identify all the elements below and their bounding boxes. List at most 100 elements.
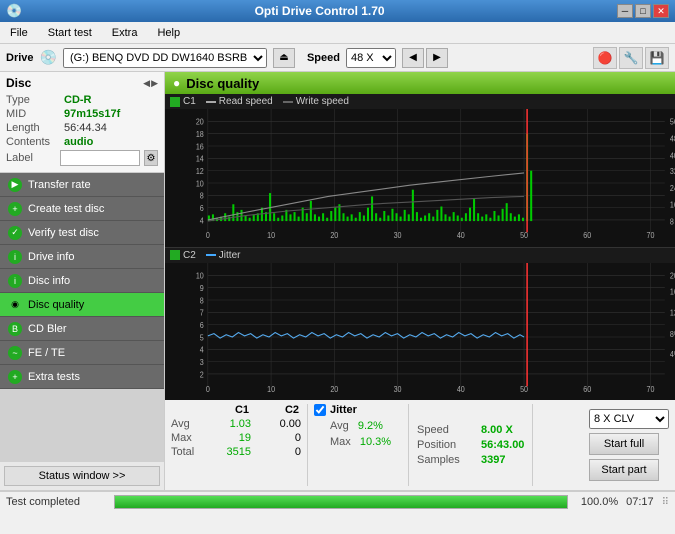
- legend-jitter-box: [206, 254, 216, 256]
- legend-jitter: Jitter: [206, 250, 241, 261]
- chart-c2-area: C2 Jitter: [165, 248, 675, 401]
- samples-value: 3397: [481, 454, 505, 466]
- sidebar-item-disc-quality[interactable]: ◉ Disc quality: [0, 293, 164, 317]
- svg-text:12%: 12%: [670, 308, 675, 317]
- eject-button[interactable]: ⏏: [273, 48, 295, 68]
- svg-text:4%: 4%: [670, 349, 675, 358]
- sidebar-item-transfer-rate[interactable]: ▶ Transfer rate: [0, 173, 164, 197]
- disc-label-input[interactable]: [60, 150, 140, 166]
- status-text: Test completed: [6, 496, 106, 508]
- stats-avg-row: Avg 1.03 0.00: [171, 418, 301, 430]
- disc-quality-title: Disc quality: [186, 76, 259, 91]
- disc-section-header: Disc ◀ ▶: [6, 76, 158, 90]
- svg-text:60: 60: [583, 231, 591, 240]
- start-part-button[interactable]: Start part: [589, 459, 659, 481]
- svg-text:0: 0: [206, 231, 210, 240]
- svg-text:24 X: 24 X: [670, 183, 675, 192]
- svg-text:7: 7: [200, 308, 204, 317]
- drive-info-label: Drive info: [28, 251, 74, 263]
- sidebar-item-extra-tests[interactable]: + Extra tests: [0, 365, 164, 389]
- svg-text:70: 70: [647, 384, 655, 393]
- svg-text:6: 6: [200, 204, 204, 213]
- col-c1-header: C1: [203, 404, 249, 416]
- samples-label: Samples: [417, 454, 475, 466]
- menu-help[interactable]: Help: [151, 25, 186, 41]
- position-value: 56:43.00: [481, 439, 524, 451]
- speed-next-button[interactable]: ▶: [426, 48, 448, 68]
- svg-text:10: 10: [267, 384, 275, 393]
- start-full-button[interactable]: Start full: [589, 433, 659, 455]
- legend-c1-label: C1: [183, 96, 196, 107]
- start-buttons-section: 8 X CLV Start full Start part: [583, 400, 675, 490]
- sidebar-item-verify-test-disc[interactable]: ✓ Verify test disc: [0, 221, 164, 245]
- content-wrapper: ● Disc quality C1 Read speed: [165, 72, 675, 490]
- sidebar-item-disc-info[interactable]: i Disc info: [0, 269, 164, 293]
- svg-text:6: 6: [200, 320, 204, 329]
- menu-bar: File Start test Extra Help: [0, 22, 675, 44]
- sidebar-item-cd-bler[interactable]: B CD Bler: [0, 317, 164, 341]
- speed-clv-select[interactable]: 8 X CLV: [589, 409, 669, 429]
- status-time: 07:17: [626, 496, 654, 508]
- disc-quality-label: Disc quality: [28, 299, 84, 311]
- disc-icon-button[interactable]: 🔴: [593, 47, 617, 69]
- verify-test-disc-label: Verify test disc: [28, 227, 99, 239]
- label-gear-button[interactable]: ⚙: [144, 150, 158, 166]
- speed-label: Speed: [307, 52, 340, 64]
- avg-c1-value: 1.03: [205, 418, 251, 430]
- title-bar: 💿 Opti Drive Control 1.70 ─ □ ✕: [0, 0, 675, 22]
- status-window-button[interactable]: Status window >>: [4, 466, 160, 486]
- sidebar-item-create-test-disc[interactable]: + Create test disc: [0, 197, 164, 221]
- legend-read-label: Read speed: [219, 96, 273, 107]
- jitter-avg: Avg 9.2%: [314, 420, 402, 432]
- svg-text:8: 8: [200, 296, 204, 305]
- avg-c2-value: 0.00: [255, 418, 301, 430]
- disc-info-label: Disc info: [28, 275, 70, 287]
- total-label: Total: [171, 446, 201, 458]
- progress-bar-fill: [115, 496, 567, 508]
- drive-select[interactable]: (G:) BENQ DVD DD DW1640 BSRB: [63, 48, 267, 68]
- resize-grip[interactable]: ⠿: [662, 497, 669, 508]
- app-title: Opti Drive Control 1.70: [22, 4, 617, 18]
- jitter-checkbox[interactable]: [314, 404, 326, 416]
- speed-prev-button[interactable]: ◀: [402, 48, 424, 68]
- transfer-rate-icon: ▶: [8, 178, 22, 192]
- svg-text:14: 14: [196, 154, 204, 163]
- legend-write-speed: Write speed: [283, 96, 349, 107]
- menu-extra[interactable]: Extra: [106, 25, 144, 41]
- chart-c1-legend: C1 Read speed Write speed: [165, 94, 675, 109]
- jitter-max: Max 10.3%: [314, 436, 402, 448]
- speed-select[interactable]: 48 X: [346, 48, 396, 68]
- svg-text:10: 10: [196, 271, 204, 280]
- speed-row: Speed 8.00 X: [417, 424, 524, 436]
- cd-bler-label: CD Bler: [28, 323, 67, 335]
- minimize-button[interactable]: ─: [617, 4, 633, 18]
- save-icon-button[interactable]: 💾: [645, 47, 669, 69]
- svg-text:8: 8: [200, 191, 204, 200]
- disc-contents-value: audio: [64, 136, 93, 148]
- menu-file[interactable]: File: [4, 25, 34, 41]
- divider-3: [532, 404, 533, 486]
- speed-arrow-controls: ◀ ▶: [402, 48, 448, 68]
- disc-type-label: Type: [6, 94, 64, 106]
- close-button[interactable]: ✕: [653, 4, 669, 18]
- svg-text:30: 30: [394, 384, 402, 393]
- max-label: Max: [171, 432, 201, 444]
- extra-tests-label: Extra tests: [28, 371, 80, 383]
- sidebar-item-drive-info[interactable]: i Drive info: [0, 245, 164, 269]
- drive-label: Drive: [6, 52, 34, 64]
- max-c1-value: 19: [205, 432, 251, 444]
- legend-read-speed: Read speed: [206, 96, 273, 107]
- disc-prev-arrow[interactable]: ◀: [143, 78, 150, 89]
- disc-quality-icon: ◉: [8, 298, 22, 312]
- verify-test-disc-icon: ✓: [8, 226, 22, 240]
- menu-start-test[interactable]: Start test: [42, 25, 98, 41]
- sidebar-item-fe-te[interactable]: ~ FE / TE: [0, 341, 164, 365]
- disc-quality-header-icon: ●: [173, 76, 180, 90]
- maximize-button[interactable]: □: [635, 4, 651, 18]
- svg-text:3: 3: [200, 357, 204, 366]
- speed-position-section: Speed 8.00 X Position 56:43.00 Samples 3…: [409, 400, 532, 490]
- tools-icon-button[interactable]: 🔧: [619, 47, 643, 69]
- legend-c2: C2: [170, 250, 196, 261]
- jitter-header: Jitter: [314, 404, 402, 416]
- disc-next-arrow[interactable]: ▶: [151, 78, 158, 89]
